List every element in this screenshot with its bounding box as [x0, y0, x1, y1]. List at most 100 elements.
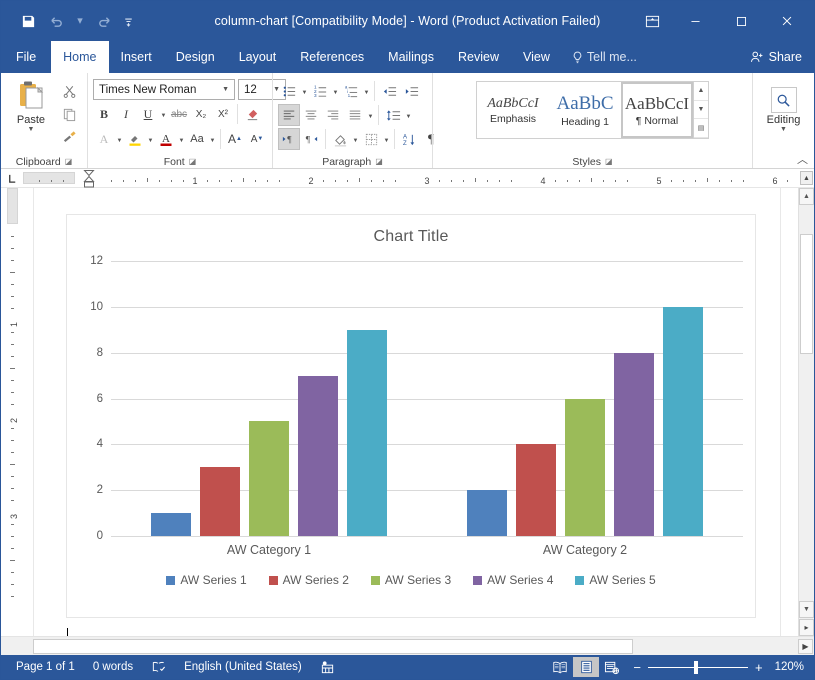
- superscript-icon[interactable]: X²: [212, 103, 234, 125]
- multilevel-list-icon[interactable]: ai1: [340, 80, 362, 102]
- chart-legend-item[interactable]: AW Series 1: [166, 573, 246, 587]
- justify-icon[interactable]: [344, 104, 366, 126]
- styles-scroll-down-icon[interactable]: ▼: [694, 101, 708, 120]
- style-normal[interactable]: AaBbCcI ¶ Normal: [621, 82, 693, 138]
- zoom-level[interactable]: 120%: [771, 661, 808, 673]
- zoom-in-button[interactable]: +: [755, 661, 763, 674]
- justify-dropdown-icon[interactable]: ▼: [366, 104, 375, 126]
- text-effects-dropdown-icon[interactable]: ▼: [115, 128, 124, 150]
- grow-font-icon[interactable]: A▲: [224, 128, 246, 150]
- increase-indent-icon[interactable]: [400, 80, 422, 102]
- text-effects-icon[interactable]: A: [93, 128, 115, 150]
- ruler-scroll-up-icon[interactable]: ▲: [800, 171, 813, 185]
- page-host[interactable]: Chart Title 024681012 AW Category 1AW Ca…: [23, 188, 798, 636]
- horizontal-scrollbar[interactable]: ▶: [1, 636, 814, 655]
- change-case-icon[interactable]: Aa: [186, 128, 208, 150]
- chart-object[interactable]: Chart Title 024681012 AW Category 1AW Ca…: [66, 214, 756, 618]
- ruler-strip[interactable]: 1 2 3 4 5 6: [23, 169, 814, 187]
- collapse-ribbon-icon[interactable]: ︿: [797, 151, 808, 167]
- shading-dropdown-icon[interactable]: ▼: [351, 128, 360, 150]
- page-indicator[interactable]: Page 1 of 1: [7, 661, 84, 673]
- macro-recording-icon[interactable]: [311, 660, 344, 675]
- align-left-icon[interactable]: [278, 104, 300, 126]
- line-spacing-icon[interactable]: [382, 104, 404, 126]
- numbering-icon[interactable]: 123: [309, 80, 331, 102]
- chart-legend-item[interactable]: AW Series 5: [575, 573, 655, 587]
- chart-legend-item[interactable]: AW Series 3: [371, 573, 451, 587]
- scroll-up-icon[interactable]: ▲: [799, 188, 814, 205]
- language-indicator[interactable]: English (United States): [175, 661, 311, 673]
- undo-icon[interactable]: [43, 8, 69, 34]
- tab-stop-selector[interactable]: [1, 169, 23, 187]
- ribbon-display-options-icon[interactable]: [632, 4, 672, 38]
- multilevel-list-dropdown-icon[interactable]: ▼: [362, 80, 371, 102]
- chart-bar[interactable]: [516, 444, 556, 536]
- tab-view[interactable]: View: [511, 41, 562, 73]
- share-button[interactable]: Share: [738, 41, 814, 73]
- document-page[interactable]: Chart Title 024681012 AW Category 1AW Ca…: [33, 188, 781, 636]
- chart-bar[interactable]: [614, 353, 654, 536]
- text-highlight-dropdown-icon[interactable]: ▼: [146, 128, 155, 150]
- web-layout-icon[interactable]: [599, 657, 625, 677]
- font-name-combo[interactable]: Times New Roman ▼: [93, 79, 235, 100]
- editing-dropdown-icon[interactable]: ▼: [780, 127, 787, 133]
- styles-dialog-launcher-icon[interactable]: ◪: [605, 157, 613, 166]
- zoom-out-button[interactable]: −: [633, 661, 641, 674]
- tab-design[interactable]: Design: [164, 41, 227, 73]
- tab-mailings[interactable]: Mailings: [376, 41, 446, 73]
- underline-icon[interactable]: U: [137, 103, 159, 125]
- undo-dropdown-icon[interactable]: ▾: [71, 8, 89, 34]
- scroll-down-icon[interactable]: ▼: [799, 601, 814, 618]
- align-right-icon[interactable]: [322, 104, 344, 126]
- vertical-scroll-thumb[interactable]: [800, 234, 813, 354]
- tab-references[interactable]: References: [288, 41, 376, 73]
- tab-home[interactable]: Home: [51, 41, 108, 73]
- shrink-font-icon[interactable]: A▼: [246, 128, 268, 150]
- numbering-dropdown-icon[interactable]: ▼: [331, 80, 340, 102]
- underline-dropdown-icon[interactable]: ▼: [159, 103, 168, 125]
- vertical-scrollbar[interactable]: ▲ ▼ ▸: [798, 188, 814, 636]
- word-count[interactable]: 0 words: [84, 661, 142, 673]
- zoom-track[interactable]: [648, 667, 748, 668]
- horizontal-scroll-thumb[interactable]: [33, 639, 633, 654]
- paragraph-dialog-launcher-icon[interactable]: ◪: [375, 157, 383, 166]
- chart-bar[interactable]: [298, 376, 338, 536]
- style-heading-1[interactable]: AaBbC Heading 1: [549, 82, 621, 138]
- read-mode-icon[interactable]: [547, 657, 573, 677]
- styles-scroll-up-icon[interactable]: ▲: [694, 82, 708, 101]
- editing-button[interactable]: Editing ▼: [762, 85, 806, 133]
- chart-bar[interactable]: [249, 421, 289, 536]
- bullets-dropdown-icon[interactable]: ▼: [300, 80, 309, 102]
- align-center-icon[interactable]: [300, 104, 322, 126]
- chart-bar[interactable]: [347, 330, 387, 536]
- subscript-icon[interactable]: X₂: [190, 103, 212, 125]
- format-painter-icon[interactable]: [58, 126, 80, 148]
- clipboard-dialog-launcher-icon[interactable]: ◪: [65, 157, 73, 166]
- styles-more-icon[interactable]: ▤: [694, 119, 708, 138]
- chart-bar[interactable]: [467, 490, 507, 536]
- tell-me-box[interactable]: Tell me...: [562, 41, 647, 73]
- scroll-right-icon[interactable]: ▶: [798, 639, 813, 654]
- tab-review[interactable]: Review: [446, 41, 511, 73]
- rtl-text-icon[interactable]: ¶: [300, 128, 322, 150]
- tab-layout[interactable]: Layout: [227, 41, 289, 73]
- bold-icon[interactable]: B: [93, 103, 115, 125]
- line-spacing-dropdown-icon[interactable]: ▼: [404, 104, 413, 126]
- save-icon[interactable]: [15, 8, 41, 34]
- strikethrough-icon[interactable]: abc: [168, 103, 190, 125]
- print-layout-icon[interactable]: [573, 657, 599, 677]
- chart-legend-item[interactable]: AW Series 4: [473, 573, 553, 587]
- font-name-dropdown-icon[interactable]: ▼: [219, 86, 232, 93]
- chart-bar[interactable]: [200, 467, 240, 536]
- borders-dropdown-icon[interactable]: ▼: [382, 128, 391, 150]
- proofing-errors-icon[interactable]: [142, 660, 175, 675]
- cut-icon[interactable]: [58, 80, 80, 102]
- shading-icon[interactable]: [329, 128, 351, 150]
- chart-legend-item[interactable]: AW Series 2: [269, 573, 349, 587]
- font-color-icon[interactable]: A: [155, 128, 177, 150]
- ltr-text-icon[interactable]: ¶: [278, 128, 300, 150]
- chart-bar[interactable]: [565, 399, 605, 537]
- text-highlight-icon[interactable]: [124, 128, 146, 150]
- sort-icon[interactable]: AZ: [398, 128, 420, 150]
- clear-formatting-icon[interactable]: [241, 103, 263, 125]
